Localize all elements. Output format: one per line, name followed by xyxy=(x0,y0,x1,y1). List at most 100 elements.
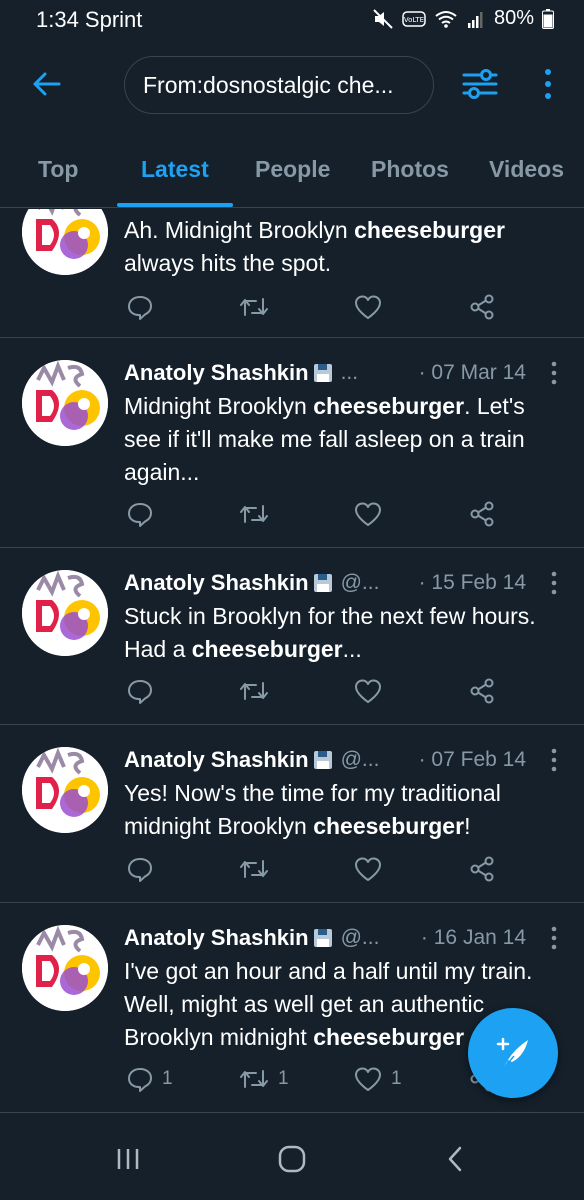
reply-button[interactable] xyxy=(126,290,154,324)
tweet-card[interactable]: Anatoly Shashkin @... · 15 Feb 14 Stuck … xyxy=(0,548,584,725)
tab-videos[interactable]: Videos xyxy=(489,156,564,183)
retweet-button[interactable] xyxy=(238,497,270,531)
tweet-menu-icon[interactable] xyxy=(544,925,564,951)
like-button[interactable] xyxy=(353,852,383,886)
like-icon xyxy=(355,857,381,881)
wifi-icon xyxy=(435,10,457,28)
recent-apps-icon[interactable] xyxy=(108,1144,148,1174)
author-handle: @... xyxy=(340,571,380,594)
tweet-header: Anatoly Shashkin @... · 07 Feb 14 xyxy=(124,745,564,775)
like-button[interactable]: 1 xyxy=(353,1062,402,1096)
search-input[interactable]: From:dosnostalgic che... xyxy=(124,56,434,114)
author-name[interactable]: Anatoly Shashkin xyxy=(124,925,309,951)
tweet-menu-icon[interactable] xyxy=(544,747,564,773)
author-name[interactable]: Anatoly Shashkin xyxy=(124,570,309,596)
reply-button[interactable] xyxy=(126,852,154,886)
share-button[interactable] xyxy=(468,497,496,531)
back-arrow-icon[interactable] xyxy=(28,66,64,102)
retweet-button[interactable]: 1 xyxy=(238,1062,289,1096)
reply-icon xyxy=(128,680,152,704)
retweet-icon xyxy=(240,505,268,523)
tweet-actions xyxy=(124,290,564,324)
tweet-card[interactable]: Anatoly Shashkin ... · 07 Mar 14 Midnigh… xyxy=(0,338,584,548)
avatar[interactable] xyxy=(22,747,108,833)
tweet-date: · 07 Mar 14 xyxy=(418,361,526,384)
reply-icon xyxy=(128,1068,152,1092)
like-button[interactable] xyxy=(353,674,383,708)
tweet-text: Midnight Brooklyn cheeseburger. Let's se… xyxy=(124,393,525,485)
retweet-button[interactable] xyxy=(238,852,270,886)
tweet-menu-icon[interactable] xyxy=(544,570,564,596)
share-icon xyxy=(470,501,494,527)
status-bar: 1:34 Sprint VoLTE 80% xyxy=(0,0,584,40)
tweet-actions xyxy=(124,852,564,886)
retweet-icon xyxy=(240,1070,268,1088)
tweet-date: · 15 Feb 14 xyxy=(418,571,526,594)
volte-icon: VoLTE xyxy=(402,10,426,27)
tweet-text: Ah. Midnight Brooklyn cheeseburger alway… xyxy=(124,217,505,276)
battery-percent: 80% xyxy=(493,7,534,29)
tab-latest[interactable]: Latest xyxy=(141,156,209,183)
more-options-icon[interactable] xyxy=(536,64,560,104)
tweet-date: · 16 Jan 14 xyxy=(420,926,526,949)
status-time: 1:34 Sprint xyxy=(36,7,143,32)
share-button[interactable] xyxy=(468,290,496,324)
home-icon[interactable] xyxy=(272,1144,312,1174)
tweet-menu-icon[interactable] xyxy=(544,360,564,386)
search-tabs: Top Latest People Photos Videos xyxy=(0,130,584,208)
tweet-header: Anatoly Shashkin @... · 15 Feb 14 xyxy=(124,568,564,598)
avatar[interactable] xyxy=(22,209,108,275)
retweet-button[interactable] xyxy=(238,290,270,324)
status-icons: VoLTE 80% xyxy=(372,7,554,30)
reply-button[interactable] xyxy=(126,674,154,708)
compose-feather-icon xyxy=(496,1037,528,1069)
svg-text:VoLTE: VoLTE xyxy=(404,16,424,24)
share-icon xyxy=(470,678,494,704)
tweet-actions xyxy=(124,674,564,708)
reply-button[interactable] xyxy=(126,497,154,531)
share-button[interactable] xyxy=(468,852,496,886)
avatar[interactable] xyxy=(22,570,108,656)
share-icon xyxy=(470,294,494,320)
tab-top[interactable]: Top xyxy=(38,156,78,183)
retweet-button[interactable] xyxy=(238,674,270,708)
like-button[interactable] xyxy=(353,290,383,324)
floppy-disk-icon xyxy=(313,363,333,383)
author-name[interactable]: Anatoly Shashkin xyxy=(124,747,309,773)
search-filter-icon[interactable] xyxy=(460,64,500,104)
tab-people[interactable]: People xyxy=(255,156,330,183)
tweet-text: Stuck in Brooklyn for the next few hours… xyxy=(124,603,536,662)
mute-icon xyxy=(373,8,393,29)
avatar[interactable] xyxy=(22,360,108,446)
author-handle: @... xyxy=(340,926,380,949)
author-handle: @... xyxy=(340,748,380,771)
tweet-actions xyxy=(124,497,564,531)
tweet-date: · 07 Feb 14 xyxy=(418,748,526,771)
reply-icon xyxy=(128,503,152,527)
tweet-card[interactable]: Ah. Midnight Brooklyn cheeseburger alway… xyxy=(0,209,584,338)
author-name[interactable]: Anatoly Shashkin xyxy=(124,360,309,386)
retweet-icon xyxy=(240,682,268,700)
battery-icon xyxy=(542,8,554,29)
reply-count: 1 xyxy=(162,1068,173,1089)
reply-icon xyxy=(128,296,152,320)
reply-button[interactable]: 1 xyxy=(126,1062,173,1096)
tweet-feed[interactable]: Ah. Midnight Brooklyn cheeseburger alway… xyxy=(0,209,584,1114)
back-nav-icon[interactable] xyxy=(436,1144,476,1174)
like-icon xyxy=(355,679,381,703)
share-button[interactable] xyxy=(468,674,496,708)
floppy-disk-icon xyxy=(313,573,333,593)
retweet-icon xyxy=(240,298,268,316)
tweet-header: Anatoly Shashkin @... · 16 Jan 14 xyxy=(124,923,564,953)
like-icon xyxy=(355,295,381,319)
avatar[interactable] xyxy=(22,925,108,1011)
tab-photos[interactable]: Photos xyxy=(371,156,449,183)
like-icon xyxy=(355,1067,381,1091)
like-button[interactable] xyxy=(353,497,383,531)
reply-icon xyxy=(128,858,152,882)
compose-tweet-button[interactable] xyxy=(468,1008,558,1098)
search-header: From:dosnostalgic che... xyxy=(0,40,584,130)
retweet-count: 1 xyxy=(278,1068,289,1089)
signal-icon xyxy=(467,11,483,28)
tweet-card[interactable]: Anatoly Shashkin @... · 07 Feb 14 Yes! N… xyxy=(0,725,584,903)
